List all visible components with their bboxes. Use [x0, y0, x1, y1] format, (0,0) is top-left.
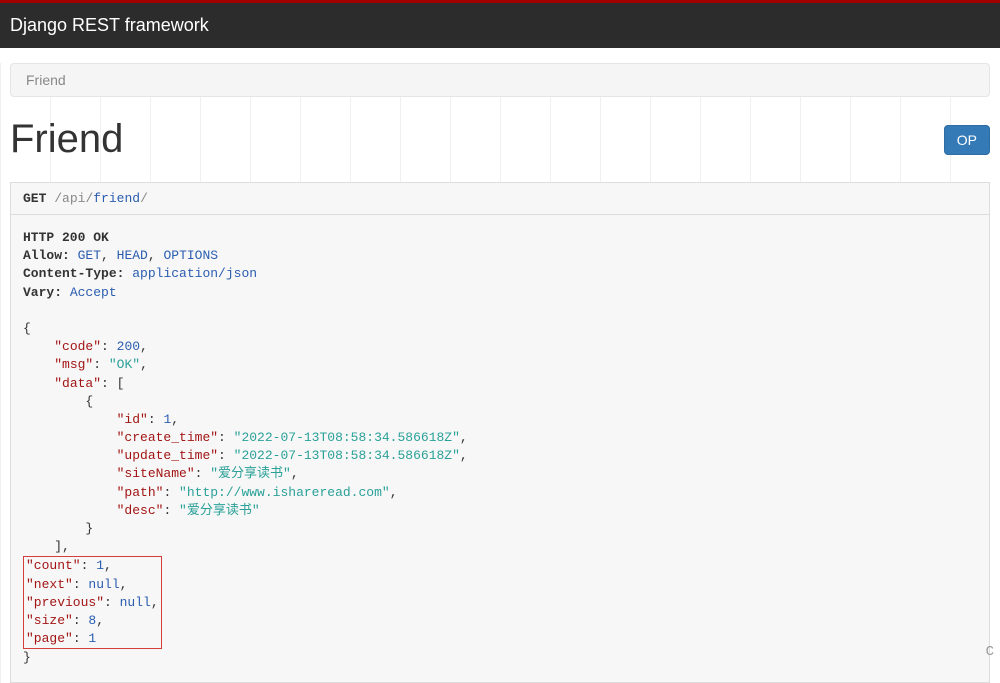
- page-title: Friend: [10, 117, 123, 162]
- v-sitename: "爱分享读书": [210, 466, 291, 481]
- v-code: 200: [117, 339, 140, 354]
- allow-head: HEAD: [117, 248, 148, 263]
- http-method: GET: [23, 191, 46, 206]
- allow-label: Allow:: [23, 248, 70, 263]
- page-header: Friend OP: [10, 117, 990, 162]
- navbar-brand[interactable]: Django REST framework: [10, 15, 209, 35]
- v-update-time: "2022-07-13T08:58:34.586618Z": [234, 448, 460, 463]
- request-response-panel: GET /api/friend/ HTTP 200 OK Allow: GET,…: [10, 182, 990, 683]
- content-area: Friend Friend OP GET /api/friend/ HTTP 2…: [0, 63, 1000, 683]
- path-seg-api: api: [62, 191, 85, 206]
- status-line: HTTP 200 OK: [23, 230, 109, 245]
- breadcrumb: Friend: [10, 63, 990, 97]
- k-id: "id": [117, 412, 148, 427]
- path-seg-resource: friend: [93, 191, 140, 206]
- k-path: "path": [117, 485, 164, 500]
- ctype-value: application/json: [132, 266, 257, 281]
- k-msg: "msg": [54, 357, 93, 372]
- v-count: 1: [96, 558, 104, 573]
- v-create-time: "2022-07-13T08:58:34.586618Z": [234, 430, 460, 445]
- v-previous: null: [120, 595, 151, 610]
- json-body: { "code": 200, "msg": "OK", "data": [ { …: [23, 302, 977, 668]
- pagination-highlight: "count": 1, "next": null, "previous": nu…: [23, 556, 162, 649]
- navbar: Django REST framework: [0, 3, 1000, 48]
- breadcrumb-item[interactable]: Friend: [26, 72, 66, 88]
- k-update-time: "update_time": [117, 448, 218, 463]
- vary-label: Vary:: [23, 285, 62, 300]
- v-msg: "OK": [109, 357, 140, 372]
- bottom-letter: C: [986, 644, 994, 660]
- v-page: 1: [88, 631, 96, 646]
- ctype-label: Content-Type:: [23, 266, 124, 281]
- k-data: "data": [54, 376, 101, 391]
- vary-value: Accept: [70, 285, 117, 300]
- path-sep-3: /: [140, 191, 148, 206]
- k-sitename: "siteName": [117, 466, 195, 481]
- options-button[interactable]: OP: [944, 125, 990, 155]
- v-next: null: [88, 577, 119, 592]
- allow-options: OPTIONS: [163, 248, 218, 263]
- k-previous: "previous": [26, 595, 104, 610]
- v-path: "http://www.ishareread.com": [179, 485, 390, 500]
- k-next: "next": [26, 577, 73, 592]
- allow-get: GET: [78, 248, 101, 263]
- path-sep-1: /: [54, 191, 62, 206]
- response-body: HTTP 200 OK Allow: GET, HEAD, OPTIONS Co…: [11, 215, 989, 682]
- k-create-time: "create_time": [117, 430, 218, 445]
- k-desc: "desc": [117, 503, 164, 518]
- k-page: "page": [26, 631, 73, 646]
- v-desc: "爱分享读书": [179, 503, 260, 518]
- request-line: GET /api/friend/: [11, 183, 989, 215]
- k-code: "code": [54, 339, 101, 354]
- k-size: "size": [26, 613, 73, 628]
- k-count: "count": [26, 558, 81, 573]
